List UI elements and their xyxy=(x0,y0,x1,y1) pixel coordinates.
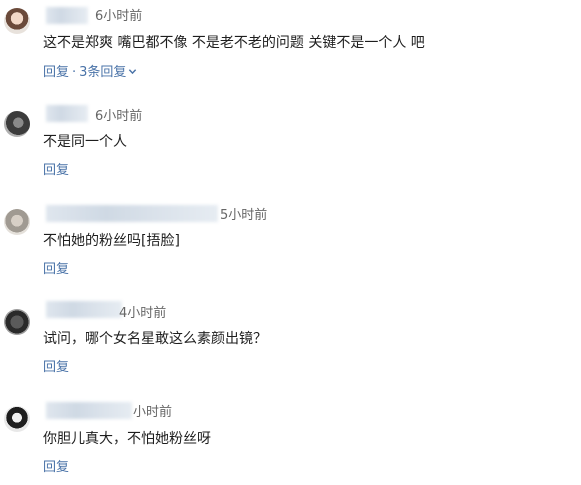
chevron-down-icon[interactable] xyxy=(128,64,137,81)
comment-time: 5小时前 xyxy=(220,208,268,223)
comment-text: 这不是郑爽 嘴巴都不像 不是老不老的问题 关键不是一个人 吧 xyxy=(43,35,425,51)
reply-button[interactable]: 回复 xyxy=(43,360,69,375)
comment-item: 5小时前 不怕她的粉丝吗[捂脸] 回复 xyxy=(0,199,581,284)
comment-actions: 回复 xyxy=(43,162,69,179)
reply-button[interactable]: 回复 xyxy=(43,460,69,475)
reply-button[interactable]: 回复 xyxy=(43,163,69,178)
comment-time: 小时前 xyxy=(133,405,173,420)
comment-actions: 回复 xyxy=(43,359,69,376)
comment-item: 6小时前 不是同一个人 回复 xyxy=(0,100,581,185)
comment-text: 你胆儿真大，不怕她粉丝呀 xyxy=(43,431,211,447)
comment-text: 试问，哪个女名星敢这么素颜出镜？ xyxy=(43,331,267,347)
comment-item: 4小时前 试问，哪个女名星敢这么素颜出镜？ 回复 xyxy=(0,297,581,382)
avatar[interactable] xyxy=(4,209,30,235)
view-replies-button[interactable]: 3条回复 xyxy=(79,65,126,80)
username-blurred[interactable] xyxy=(46,105,88,122)
avatar[interactable] xyxy=(4,406,30,432)
comment-text: 不怕她的粉丝吗[捂脸] xyxy=(43,233,180,249)
comment-item: 小时前 你胆儿真大，不怕她粉丝呀 回复 xyxy=(0,396,581,481)
separator-dot: · xyxy=(72,65,77,80)
comment-actions: 回复 xyxy=(43,459,69,476)
username-blurred[interactable] xyxy=(46,301,122,318)
comment-time: 4小时前 xyxy=(119,306,167,321)
comment-time: 6小时前 xyxy=(95,109,143,124)
avatar[interactable] xyxy=(4,8,30,34)
reply-button[interactable]: 回复 xyxy=(43,65,69,80)
username-blurred[interactable] xyxy=(46,205,218,222)
comment-actions: 回复 xyxy=(43,261,69,278)
comment-time: 6小时前 xyxy=(95,9,143,24)
username-blurred[interactable] xyxy=(46,402,132,419)
avatar[interactable] xyxy=(4,309,30,335)
username-blurred[interactable] xyxy=(46,7,88,24)
comment-text: 不是同一个人 xyxy=(43,134,127,150)
comment-actions: 回复 · 3条回复 xyxy=(43,64,137,81)
avatar[interactable] xyxy=(4,111,30,137)
comment-item: 6小时前 这不是郑爽 嘴巴都不像 不是老不老的问题 关键不是一个人 吧 回复 · 3… xyxy=(0,0,581,85)
reply-button[interactable]: 回复 xyxy=(43,262,69,277)
